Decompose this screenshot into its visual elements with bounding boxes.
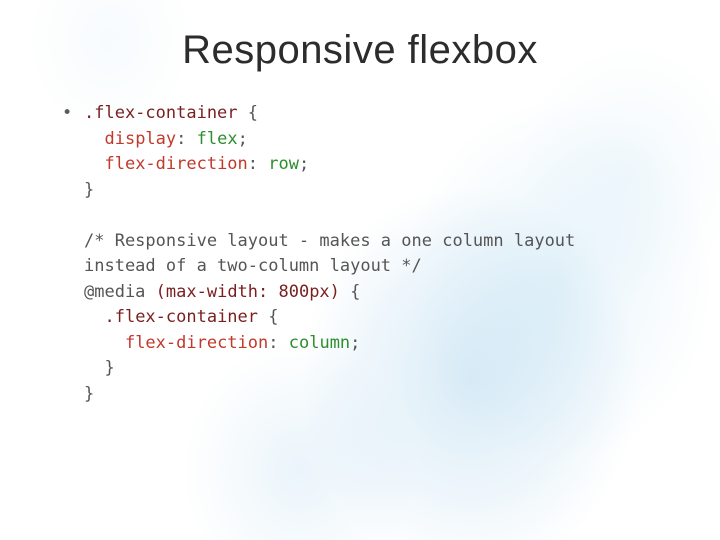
- code-brace: }: [84, 384, 94, 404]
- code-property: display: [104, 129, 176, 149]
- code-comment: instead of a two-column layout */: [84, 256, 422, 276]
- code-semicolon: ;: [299, 154, 309, 174]
- code-at-rule: @media: [84, 282, 145, 302]
- code-value: column: [289, 333, 350, 353]
- code-block: .flex-container { display: flex; flex-di…: [84, 101, 672, 407]
- code-colon: :: [268, 333, 278, 353]
- code-property: flex-direction: [125, 333, 268, 353]
- code-semicolon: ;: [350, 333, 360, 353]
- code-value: flex: [197, 129, 238, 149]
- code-media-condition: (max-width: 800px): [156, 282, 340, 302]
- code-brace: {: [238, 103, 258, 123]
- slide-body: .flex-container { display: flex; flex-di…: [48, 101, 672, 407]
- slide-title: Responsive flexbox: [48, 28, 672, 73]
- code-bullet: .flex-container { display: flex; flex-di…: [72, 101, 672, 407]
- code-brace: {: [340, 282, 360, 302]
- code-semicolon: ;: [238, 129, 248, 149]
- bullet-list: .flex-container { display: flex; flex-di…: [54, 101, 672, 407]
- code-comment: /* Responsive layout - makes a one colum…: [84, 231, 575, 251]
- slide: Responsive flexbox .flex-container { dis…: [0, 0, 720, 540]
- code-value: row: [268, 154, 299, 174]
- code-colon: :: [176, 129, 186, 149]
- code-selector: .flex-container: [84, 103, 238, 123]
- code-brace: }: [104, 358, 114, 378]
- code-brace: {: [258, 307, 278, 327]
- code-property: flex-direction: [104, 154, 247, 174]
- code-colon: :: [248, 154, 258, 174]
- code-brace: }: [84, 180, 94, 200]
- code-selector: .flex-container: [104, 307, 258, 327]
